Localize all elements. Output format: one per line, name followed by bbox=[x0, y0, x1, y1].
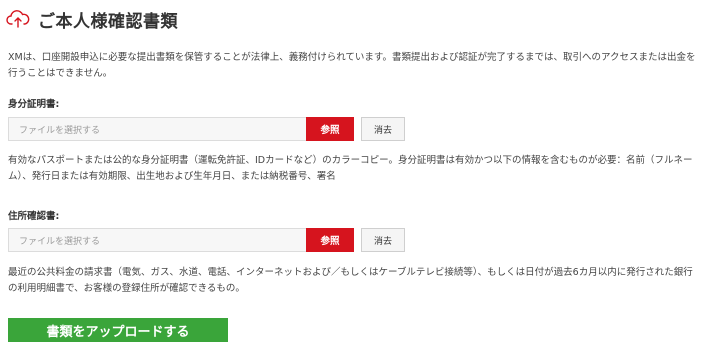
address-document-browse-button[interactable]: 参照 bbox=[306, 228, 354, 252]
id-document-file-input[interactable]: ファイルを選択する bbox=[8, 117, 306, 141]
upload-documents-button[interactable]: 書類をアップロードする bbox=[8, 318, 228, 342]
id-document-clear-button[interactable]: 消去 bbox=[361, 117, 405, 141]
intro-text: XMは、口座開設申込に必要な提出書類を保管することが法律上、義務付けられています… bbox=[8, 52, 696, 79]
address-document-clear-button[interactable]: 消去 bbox=[361, 228, 405, 252]
address-document-file-input[interactable]: ファイルを選択する bbox=[8, 228, 306, 252]
id-document-description: 有効なパスポートまたは公的な身分証明書（運転免許証、IDカードなど）のカラーコピ… bbox=[8, 155, 693, 182]
id-document-browse-button[interactable]: 参照 bbox=[306, 117, 354, 141]
id-document-label: 身分証明書: bbox=[8, 99, 60, 110]
address-document-file-row: ファイルを選択する 参照 消去 bbox=[8, 228, 405, 252]
page-header: ご本人様確認書類 bbox=[6, 6, 178, 32]
page-title: ご本人様確認書類 bbox=[38, 11, 178, 32]
address-document-label: 住所確認書: bbox=[8, 211, 60, 222]
id-document-file-row: ファイルを選択する 参照 消去 bbox=[8, 117, 405, 141]
address-document-description: 最近の公共料金の請求書（電気、ガス、水道、電話、インターネットおよび／もしくはケ… bbox=[8, 267, 693, 294]
cloud-upload-icon bbox=[6, 9, 30, 29]
